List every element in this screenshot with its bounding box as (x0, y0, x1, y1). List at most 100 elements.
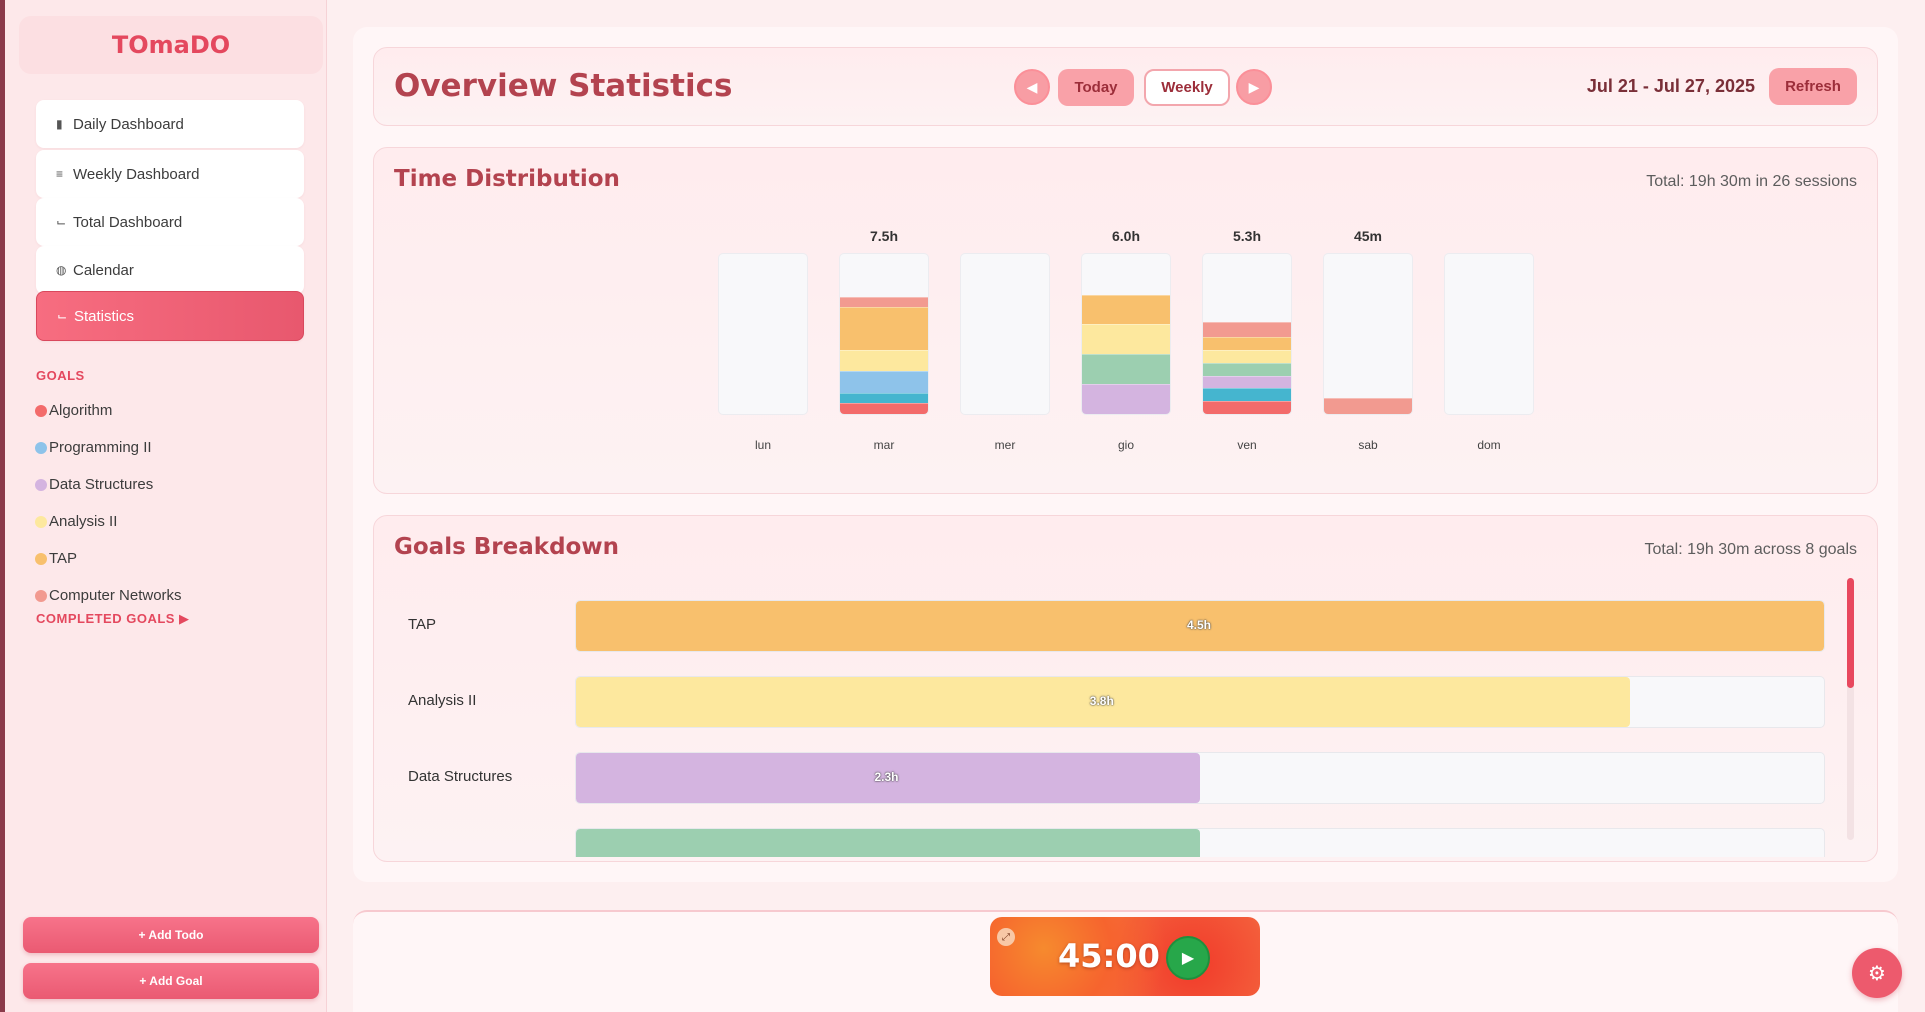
line-chart-icon: ⌙ (57, 309, 68, 323)
goal-bar-value: 3.8h (1089, 694, 1114, 708)
nav-label: Total Dashboard (73, 213, 183, 231)
bar-segment[interactable] (1203, 401, 1291, 414)
nav-daily-dashboard[interactable]: ▮ Daily Dashboard (36, 100, 304, 148)
bar-segment[interactable] (840, 296, 928, 308)
bar-segment[interactable] (1203, 388, 1291, 402)
goal-bar-track: 3.8h (575, 676, 1825, 728)
add-todo-button[interactable]: + Add Todo (23, 917, 319, 953)
goal-color-dot (35, 441, 47, 454)
goal-item-computer-networks[interactable]: Computer Networks (35, 587, 182, 604)
day-total-label: 45m (1353, 228, 1383, 244)
day-label: mar (873, 438, 895, 452)
goal-name: Data Structures (408, 768, 513, 785)
day-label: mer (994, 438, 1016, 452)
play-icon: ▶ (1181, 950, 1195, 967)
overview-header: Overview Statistics ◀ Today Weekly ▶ Jul… (373, 47, 1878, 126)
goals-scrollbar[interactable] (1847, 578, 1854, 840)
goal-breakdown-row[interactable]: Data Structures 2.3h (374, 752, 1834, 804)
bar-segment[interactable] (1082, 384, 1170, 414)
time-distribution-panel: Time Distribution Total: 19h 30m in 26 s… (373, 147, 1878, 494)
day-label: ven (1237, 438, 1257, 452)
day-bar-track[interactable] (1202, 253, 1292, 415)
goal-color-dot (35, 515, 47, 528)
globe-icon: ◍ (56, 263, 67, 277)
goal-breakdown-row[interactable] (374, 828, 1834, 857)
goal-label: Programming II (49, 439, 152, 456)
day-label: sab (1358, 438, 1378, 452)
goals-bar-list[interactable]: TAP 4.5h Analysis II 3.8h Data Structures 2.3… (374, 600, 1854, 857)
timer-display: 45:00 (1058, 937, 1160, 975)
bar-segment[interactable] (1082, 324, 1170, 355)
stacked-bar-chart: lun 7.5h mar mer 6.0h gio 5.3h ven 45m sab dom (374, 148, 1877, 493)
nav-calendar[interactable]: ◍ Calendar (36, 246, 304, 294)
day-bar-track[interactable] (1323, 253, 1413, 415)
goal-label: Algorithm (49, 402, 113, 419)
goal-color-dot (35, 589, 47, 602)
bar-segment[interactable] (1203, 337, 1291, 350)
settings-button[interactable]: ⚙ (1852, 948, 1902, 998)
play-button[interactable]: ▶ (1166, 936, 1210, 980)
goal-breakdown-row[interactable]: Analysis II 3.8h (374, 676, 1834, 728)
goals-breakdown-panel: Goals Breakdown Total: 19h 30m across 8 … (373, 515, 1878, 862)
day-bar-track[interactable] (960, 253, 1050, 415)
day-bar-track[interactable] (839, 253, 929, 415)
weekly-toggle[interactable]: Weekly (1144, 69, 1230, 106)
bar-segment[interactable] (1324, 398, 1412, 414)
goal-label: Data Structures (49, 476, 154, 493)
nav-total-dashboard[interactable]: ⌙ Total Dashboard (36, 198, 304, 246)
bar-segment[interactable] (1203, 375, 1291, 389)
goals-section-title: GOALS (36, 368, 85, 383)
goal-item-tap[interactable]: TAP (35, 550, 77, 567)
bar-segment[interactable] (840, 371, 928, 393)
day-label: dom (1477, 438, 1501, 452)
goal-bar-value: 2.3h (874, 770, 899, 784)
bar-segment[interactable] (1082, 294, 1170, 325)
day-bar-track[interactable] (1444, 253, 1534, 415)
expand-icon[interactable]: ⤢ (997, 928, 1015, 946)
goal-item-analysis-ii[interactable]: Analysis II (35, 513, 117, 530)
goal-item-data-structures[interactable]: Data Structures (35, 476, 153, 493)
scrollbar-thumb[interactable] (1847, 578, 1854, 688)
chevron-left-icon: ◀ (1026, 78, 1038, 95)
goal-item-algorithm[interactable]: Algorithm (35, 402, 112, 419)
prev-week-button[interactable]: ◀ (1014, 69, 1050, 105)
goal-name: TAP (408, 616, 437, 633)
goal-name: Analysis II (408, 692, 477, 709)
day-label: gio (1117, 438, 1134, 452)
bar-segment[interactable] (1082, 354, 1170, 385)
bar-segment[interactable] (840, 403, 928, 414)
page-title: Overview Statistics (394, 68, 733, 104)
goal-breakdown-row[interactable]: TAP 4.5h (374, 600, 1834, 652)
goal-color-dot (35, 404, 47, 417)
nav-label: Daily Dashboard (73, 115, 184, 133)
nav-label: Statistics (74, 307, 135, 325)
today-button[interactable]: Today (1058, 69, 1134, 106)
chevron-right-icon: ▶ (1248, 78, 1260, 95)
app-logo[interactable]: TOmaDO (19, 16, 323, 74)
bar-segment[interactable] (840, 307, 928, 350)
list-icon: ≡ (56, 167, 64, 181)
nav-label: Calendar (73, 261, 134, 279)
day-bar-track[interactable] (718, 253, 808, 415)
nav-statistics[interactable]: ⌙ Statistics (36, 291, 304, 341)
bar-segment[interactable] (840, 350, 928, 372)
day-total-label: 5.3h (1232, 228, 1261, 244)
next-week-button[interactable]: ▶ (1236, 69, 1272, 105)
day-total-label: 7.5h (869, 228, 898, 244)
pomodoro-timer[interactable]: ⤢ 45:00 ▶ (990, 917, 1260, 996)
goal-item-programming-ii[interactable]: Programming II (35, 439, 152, 456)
trend-icon: ⌙ (56, 215, 67, 229)
refresh-button[interactable]: Refresh (1769, 68, 1857, 105)
bar-segment[interactable] (1203, 322, 1291, 338)
bar-segment[interactable] (1203, 350, 1291, 363)
completed-goals-toggle[interactable]: COMPLETED GOALS ▶ (36, 611, 190, 627)
goal-color-dot (35, 552, 47, 565)
nav-weekly-dashboard[interactable]: ≡ Weekly Dashboard (36, 150, 304, 198)
goal-label: Analysis II (49, 513, 118, 530)
day-bar-track[interactable] (1081, 253, 1171, 415)
add-goal-button[interactable]: + Add Goal (23, 963, 319, 999)
goal-bar-track (575, 828, 1825, 857)
bar-segment[interactable] (1203, 362, 1291, 376)
bar-segment[interactable] (840, 392, 928, 404)
gear-icon: ⚙ (1868, 962, 1886, 985)
